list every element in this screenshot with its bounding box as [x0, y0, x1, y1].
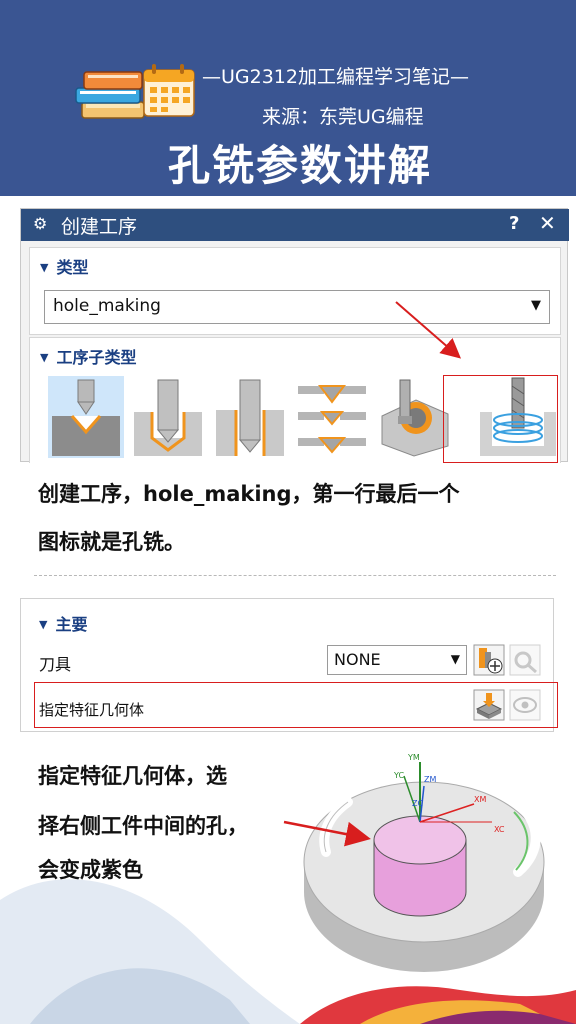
axis-label-ym: YM: [407, 753, 420, 762]
hole-chamfer-icon[interactable]: [294, 376, 370, 458]
caption-1-line-1: 创建工序，hole_making，第一行最后一个: [38, 482, 460, 506]
help-button[interactable]: ?: [509, 213, 519, 234]
chevron-down-icon: ▼: [531, 298, 541, 313]
caption-2-line-1: 指定特征几何体，选: [38, 764, 227, 788]
type-select[interactable]: hole_making ▼: [44, 290, 550, 324]
axis-label-xc: XC: [494, 825, 505, 834]
tool-label: 刀具: [39, 655, 72, 674]
axis-label-yc: YC: [393, 771, 404, 780]
new-tool-button[interactable]: [473, 644, 505, 676]
caption-1-line-2: 图标就是孔铣。: [38, 530, 185, 554]
type-section-header[interactable]: ▼ 类型: [40, 254, 88, 278]
collapse-triangle-icon: ▼: [40, 261, 49, 274]
subtype-section-header[interactable]: ▼ 工序子类型: [40, 344, 136, 368]
hole-milling-highlight-box: [443, 375, 558, 463]
feature-geometry-highlight-box: [34, 682, 558, 728]
drilling-icon[interactable]: [130, 376, 206, 458]
dialog-title: 创建工序: [61, 216, 138, 238]
type-select-value: hole_making: [53, 296, 161, 316]
books-calendar-logo-icon: [75, 64, 195, 119]
header-banner: —UG2312加工编程学习笔记— 来源：东莞UG编程 孔铣参数讲解: [0, 0, 576, 196]
axis-label-zc: ZC: [412, 799, 423, 808]
header-subtitle: —UG2312加工编程学习笔记—: [202, 66, 469, 88]
caption-2-line-2: 择右侧工件中间的孔，: [38, 814, 248, 838]
edit-tool-wrench-icon[interactable]: [509, 644, 541, 676]
tool-select-value: NONE: [334, 650, 381, 669]
workpiece-3d-view: YM YC ZM ZC XM XC: [303, 753, 545, 972]
collapse-triangle-icon: ▼: [40, 351, 49, 364]
dialog-titlebar: ⚙ 创建工序 ? ✕: [21, 209, 569, 241]
subtype-section-label: 工序子类型: [56, 348, 137, 367]
feature-mill-icon[interactable]: [376, 376, 452, 458]
spot-drilling-icon[interactable]: [48, 376, 124, 458]
gear-icon: ⚙: [33, 214, 48, 233]
page-title: 孔铣参数讲解: [168, 141, 433, 190]
collapse-triangle-icon: ▼: [39, 618, 48, 631]
header-source: 来源：东莞UG编程: [262, 106, 424, 128]
close-button[interactable]: ✕: [539, 211, 556, 235]
type-section: ▼ 类型 hole_making ▼: [29, 247, 561, 335]
caption-2-line-3: 会变成紫色: [38, 858, 143, 882]
tool-select[interactable]: NONE ▼: [327, 645, 467, 675]
chevron-down-icon: ▼: [450, 652, 460, 666]
type-section-label: 类型: [56, 258, 89, 277]
through-drilling-icon[interactable]: [212, 376, 288, 458]
axis-label-xm: XM: [474, 795, 486, 804]
main-section-label: 主要: [55, 615, 88, 634]
axis-label-zm: ZM: [424, 775, 436, 784]
main-section-header[interactable]: ▼ 主要: [39, 611, 87, 635]
dotted-divider: [34, 575, 556, 576]
